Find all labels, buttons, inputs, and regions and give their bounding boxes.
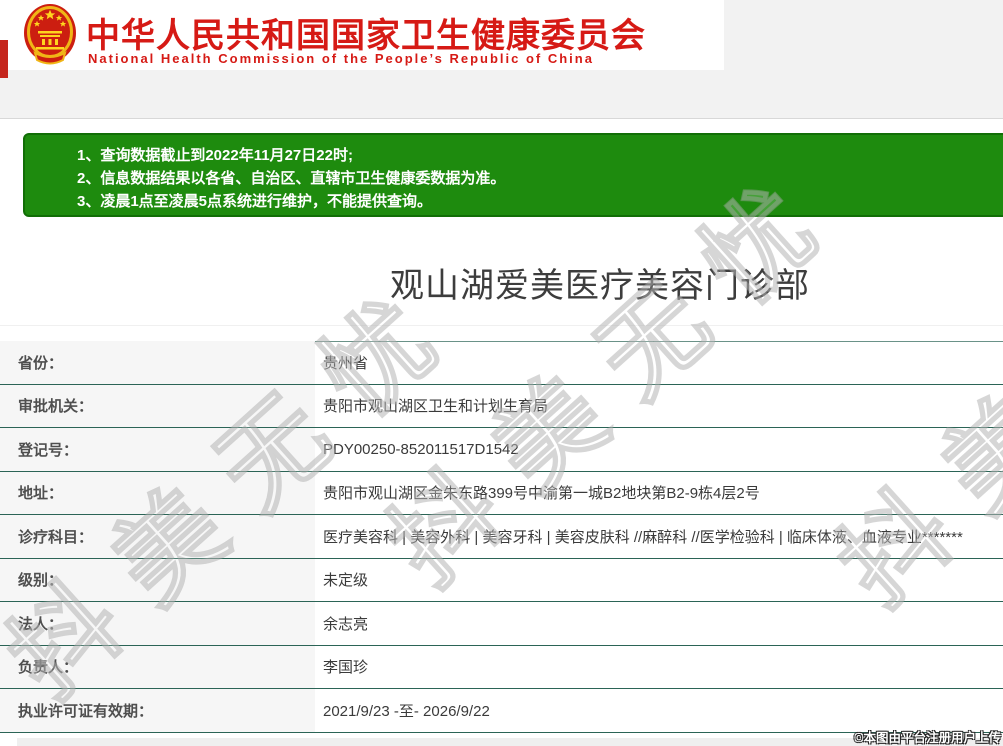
field-row-registration-no: 登记号： PDY00250-852011517D1542: [0, 428, 1003, 472]
field-label: 诊疗科目：: [0, 515, 315, 558]
section-divider: [0, 325, 1003, 326]
field-label: 级别：: [0, 558, 315, 601]
field-value: 李国珍: [323, 659, 369, 677]
field-label: 审批机关：: [0, 384, 315, 427]
org-title-en: National Health Commission of the People…: [88, 51, 594, 66]
field-row-address: 地址： 贵阳市观山湖区金朱东路399号中渝第一城B2地块第B2-9栋4层2号: [0, 471, 1003, 515]
field-row-departments: 诊疗科目： 医疗美容科 | 美容外科 | 美容牙科 | 美容皮肤科 //麻醉科 …: [0, 515, 1003, 559]
field-row-license-validity: 执业许可证有效期： 2021/9/23 -至- 2026/9/22: [0, 689, 1003, 733]
national-emblem-icon: [24, 4, 76, 65]
field-row-person-in-charge: 负责人： 李国珍: [0, 645, 1003, 689]
field-value: 贵阳市观山湖区金朱东路399号中渝第一城B2地块第B2-9栋4层2号: [323, 485, 760, 503]
org-title-cn: 中华人民共和国国家卫生健康委员会: [86, 17, 646, 55]
header-banner: 中华人民共和国国家卫生健康委员会 National Health Commiss…: [0, 0, 724, 70]
field-label: 地址：: [0, 471, 315, 514]
field-value: PDY00250-852011517D1542: [323, 440, 519, 458]
result-table: 省份： 贵州省 审批机关： 贵阳市观山湖区卫生和计划生育局 登记号： PDY00…: [0, 341, 1003, 733]
field-value: 余志亮: [323, 615, 369, 633]
field-value: 贵州省: [323, 354, 369, 372]
field-value: 2021/9/23 -至- 2026/9/22: [323, 702, 490, 720]
field-row-approval-authority: 审批机关： 贵阳市观山湖区卫生和计划生育局: [0, 384, 1003, 428]
field-label: 法人：: [0, 602, 315, 645]
field-value: 医疗美容科 | 美容外科 | 美容牙科 | 美容皮肤科 //麻醉科 //医学检验…: [323, 528, 963, 546]
notice-line-3: 3、凌晨1点至凌晨5点系统进行维护，不能提供查询。: [77, 193, 433, 210]
notice-line-2: 2、信息数据结果以各省、自治区、直辖市卫生健康委数据为准。: [77, 170, 506, 187]
upload-credit-watermark: ©本图由平台注册用户上传: [854, 731, 1001, 745]
field-label: 登记号：: [0, 428, 315, 471]
field-label: 负责人：: [0, 645, 315, 688]
field-row-province: 省份： 贵州省: [0, 341, 1003, 385]
left-red-strip: [0, 40, 8, 78]
field-value: 贵阳市观山湖区卫生和计划生育局: [323, 398, 549, 416]
field-label: 省份：: [0, 341, 315, 384]
field-row-level: 级别： 未定级: [0, 558, 1003, 602]
field-value: 未定级: [323, 572, 369, 590]
field-label: 执业许可证有效期：: [0, 689, 315, 732]
page: 中华人民共和国国家卫生健康委员会 National Health Commiss…: [0, 0, 1003, 746]
notice-line-1: 1、查询数据截止到2022年11月27日22时;: [77, 147, 353, 164]
notice-box: 1、查询数据截止到2022年11月27日22时; 2、信息数据结果以各省、自治区…: [23, 133, 1003, 217]
field-row-legal-person: 法人： 余志亮: [0, 602, 1003, 646]
clinic-title: 观山湖爱美医疗美容门诊部: [390, 267, 810, 305]
